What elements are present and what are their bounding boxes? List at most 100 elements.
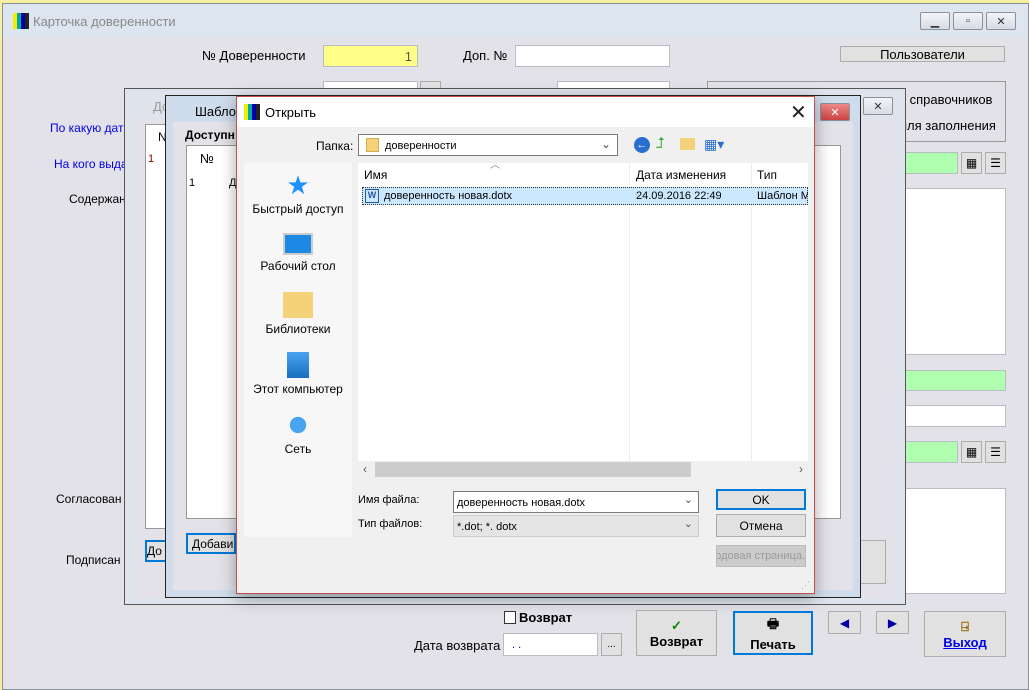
app-icon [13, 13, 29, 29]
resize-grip-icon[interactable]: ⋰ [801, 580, 810, 591]
horizontal-scrollbar[interactable]: ‹ › [358, 461, 808, 478]
right-panel-line1: з справочников [900, 92, 993, 107]
available-label: Доступн [185, 128, 235, 142]
until-date-label: По какую дат [50, 121, 124, 135]
back-icon[interactable]: ← [634, 137, 650, 153]
right-panel-line2: пля заполнения [900, 118, 996, 133]
directory-icon-2[interactable]: ▦ [961, 441, 982, 463]
network-icon [283, 412, 313, 438]
disabled-button: одовая страница. [716, 545, 806, 567]
scroll-right-icon[interactable]: › [799, 462, 803, 476]
open-dialog-icon [244, 104, 260, 120]
nav-label: Этот компьютер [253, 382, 343, 396]
nav-libraries[interactable]: Библиотеки [244, 292, 352, 336]
return-date-field[interactable]: . . [503, 633, 598, 656]
ok-button[interactable]: OK [716, 489, 806, 510]
filetype-label: Тип файлов: [358, 518, 423, 530]
nav-network[interactable]: Сеть [244, 412, 352, 456]
file-list [358, 163, 808, 478]
return-checkbox-label: Возврат [519, 610, 573, 625]
next-button[interactable]: ▶ [876, 611, 909, 634]
templates-grid-header: № [200, 151, 214, 166]
exit-button[interactable]: ⍈ Выход [924, 611, 1006, 657]
nav-label: Сеть [284, 442, 312, 456]
view-menu-icon[interactable]: ▦▾ [704, 136, 724, 153]
column-name[interactable]: Имя [364, 168, 387, 182]
return-button-label: Возврат [649, 633, 704, 649]
window-2-close[interactable]: ✕ [863, 97, 893, 115]
folder-combo[interactable]: доверенности ⌄ [358, 134, 618, 156]
directory-icon[interactable]: ▦ [961, 152, 982, 174]
scroll-thumb[interactable] [375, 462, 691, 477]
column-divider [751, 163, 752, 461]
agreed-label: Согласован [56, 492, 122, 506]
window-3-title: Шабло [195, 104, 236, 119]
arrow-left-icon: ◀ [839, 615, 850, 630]
number-field[interactable]: 1 [323, 45, 418, 67]
folder-icon [366, 138, 379, 152]
minimize-button[interactable]: ▁ [920, 12, 950, 30]
filetype-combo[interactable]: *.dot; *. dotx ⌄ [453, 515, 699, 537]
nav-panel [244, 163, 352, 537]
nav-label: Библиотеки [265, 322, 331, 336]
desktop-icon [283, 233, 313, 255]
scroll-left-icon[interactable]: ‹ [363, 462, 367, 476]
return-checkbox[interactable] [504, 611, 516, 624]
folder-label: Папка: [316, 139, 354, 153]
word-file-icon: W [365, 189, 379, 203]
chevron-down-icon: ⌄ [683, 518, 693, 530]
column-divider [629, 163, 630, 461]
number-label: № Доверенности [202, 48, 306, 63]
window-3-close[interactable]: ✕ [820, 103, 850, 121]
extra-number-field[interactable] [515, 45, 670, 67]
filename-label: Имя файла: [358, 494, 420, 506]
column-date[interactable]: Дата изменения [636, 168, 726, 182]
file-name: доверенность новая.dotx [384, 190, 513, 202]
arrow-right-icon: ▶ [887, 615, 898, 630]
up-folder-icon[interactable]: ⮥ [656, 135, 665, 152]
nav-label: Быстрый доступ [252, 202, 344, 216]
open-dialog-title: Открыть [265, 105, 317, 120]
window-title: Карточка доверенности [33, 14, 176, 29]
templates-add-button[interactable]: Добави [186, 533, 236, 554]
nav-this-pc[interactable]: Этот компьютер [244, 352, 352, 396]
users-button[interactable]: Пользователи [840, 46, 1005, 62]
signed-label: Подписан [66, 553, 121, 567]
open-dialog-titlebar [237, 97, 814, 127]
exit-button-label: Выход [943, 634, 987, 650]
folder-value: доверенности [385, 140, 457, 152]
file-date: 24.09.2016 22:49 [636, 190, 722, 202]
libraries-icon [283, 292, 313, 318]
return-button[interactable]: ✓ Возврат [636, 610, 717, 656]
printer-icon: 🖶 [766, 615, 780, 631]
star-icon: ★ [286, 170, 310, 200]
nav-quick-access[interactable]: ★ Быстрый доступ [244, 172, 352, 216]
filetype-value: *.dot; *. dotx [457, 521, 517, 533]
print-button-label: Печать [750, 636, 796, 652]
computer-icon [287, 352, 309, 378]
table-icon-2[interactable]: ☰ [985, 441, 1006, 463]
nav-label: Рабочий стол [260, 259, 336, 273]
cancel-button[interactable]: Отмена [716, 514, 806, 537]
file-type: Шаблон M [757, 190, 808, 202]
filename-combo[interactable]: доверенность новая.dotx ⌄ [453, 491, 699, 513]
return-date-label: Дата возврата [414, 638, 501, 653]
maximize-button[interactable]: ▫ [953, 12, 983, 30]
issued-to-label: На кого выда [54, 157, 128, 171]
open-dialog-close[interactable]: ✕ [790, 100, 807, 125]
previous-button[interactable]: ◀ [828, 611, 861, 634]
filename-value: доверенность новая.dotx [457, 497, 586, 509]
table-icon[interactable]: ☰ [985, 152, 1006, 174]
sort-chevron-icon: ︿ [490, 160, 500, 171]
nav-desktop[interactable]: Рабочий стол [244, 233, 352, 273]
print-button[interactable]: 🖶 Печать [733, 611, 813, 655]
new-folder-icon[interactable] [680, 138, 695, 150]
close-button[interactable]: ✕ [986, 12, 1016, 30]
exit-door-icon: ⍈ [961, 618, 969, 634]
chevron-down-icon: ⌄ [683, 494, 693, 506]
return-date-picker-button[interactable]: ... [601, 633, 622, 656]
window-2-row: 1 [148, 153, 155, 165]
templates-row-num: 1 [189, 177, 196, 189]
column-type[interactable]: Тип [757, 168, 777, 182]
chevron-down-icon: ⌄ [600, 137, 611, 151]
